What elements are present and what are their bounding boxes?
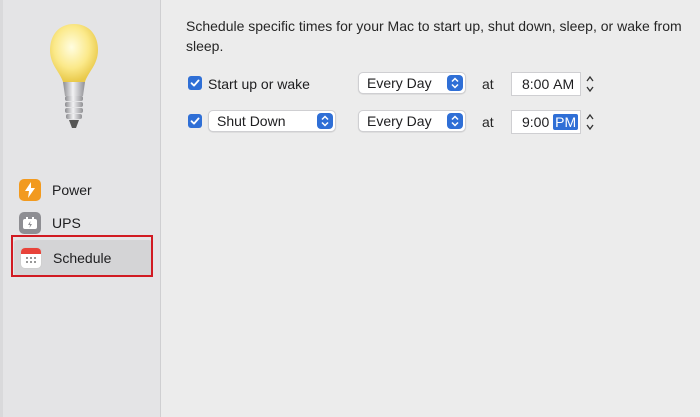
action-value: Shut Down (217, 113, 286, 129)
startup-time-field[interactable]: 8:00 AM (511, 72, 581, 96)
chevron-updown-icon (317, 113, 333, 129)
lightning-icon (19, 179, 41, 201)
shutdown-checkbox[interactable] (188, 114, 202, 128)
window-edge (0, 0, 3, 417)
schedule-description: Schedule specific times for your Mac to … (186, 18, 682, 54)
sidebar-item-label: Power (52, 182, 92, 198)
schedule-pane: Schedule specific times for your Mac to … (161, 0, 700, 417)
shutdown-frequency-popup[interactable]: Every Day (358, 110, 466, 132)
time-value: 8:00 (522, 76, 550, 92)
sidebar-item-label: UPS (52, 215, 81, 231)
sidebar-item-power[interactable]: Power (16, 174, 153, 206)
at-label: at (482, 114, 494, 130)
time-period: AM (553, 76, 575, 92)
sidebar-item-label: Schedule (53, 250, 112, 266)
stepper-arrows-icon (586, 113, 594, 131)
stepper-arrows-icon (586, 75, 594, 93)
sidebar-item-ups[interactable]: UPS (16, 207, 153, 239)
schedule-row-shutdown: Shut Down Every Day at 9:00 PM (186, 109, 686, 135)
shutdown-time-stepper[interactable] (584, 110, 596, 134)
time-period-selected[interactable]: PM (553, 114, 579, 130)
shutdown-action-popup[interactable]: Shut Down (208, 110, 336, 132)
frequency-value: Every Day (367, 75, 432, 91)
startup-frequency-popup[interactable]: Every Day (358, 72, 466, 94)
shutdown-time-field[interactable]: 9:00 PM (511, 110, 581, 134)
checkmark-icon (190, 117, 200, 125)
schedule-row-startup: Start up or wake Every Day at 8:00 AM (186, 71, 686, 97)
frequency-value: Every Day (367, 113, 432, 129)
startup-time-stepper[interactable] (584, 72, 596, 96)
startup-checkbox[interactable] (188, 76, 202, 90)
checkmark-icon (190, 79, 200, 87)
at-label: at (482, 76, 494, 92)
time-value: 9:00 (522, 114, 550, 130)
chevron-updown-icon (447, 75, 463, 91)
chevron-updown-icon (447, 113, 463, 129)
battery-plug-icon (19, 212, 41, 234)
sidebar: Power UPS Schedule (0, 0, 161, 417)
startup-label: Start up or wake (208, 76, 310, 92)
light-bulb-icon (50, 24, 98, 128)
sidebar-item-schedule[interactable]: Schedule (14, 240, 152, 276)
calendar-icon (20, 247, 42, 269)
